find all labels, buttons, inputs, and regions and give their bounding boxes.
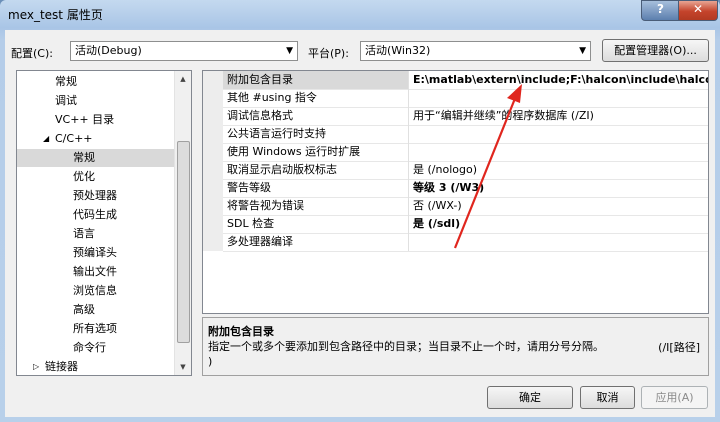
tree-item-label: 优化 bbox=[73, 170, 95, 183]
property-value[interactable]: 是 (/nologo) bbox=[410, 161, 708, 179]
tree-item-label: VC++ 目录 bbox=[55, 113, 115, 126]
tree-item[interactable]: 高级 bbox=[17, 301, 175, 319]
tree-item-label: 输出文件 bbox=[73, 265, 117, 278]
tree-item[interactable]: 输出文件 bbox=[17, 263, 175, 281]
property-name: 使用 Windows 运行时扩展 bbox=[223, 143, 409, 161]
window-title: mex_test 属性页 bbox=[8, 8, 103, 22]
property-value[interactable]: 用于“编辑并继续”的程序数据库 (/ZI) bbox=[410, 107, 708, 125]
property-name: 附加包含目录 bbox=[223, 71, 409, 89]
property-name: SDL 检查 bbox=[223, 215, 409, 233]
tree-item-label: 常规 bbox=[73, 151, 95, 164]
tree-item-label: 预处理器 bbox=[73, 189, 117, 202]
scroll-thumb[interactable] bbox=[177, 141, 190, 343]
property-row[interactable]: 警告等级 等级 3 (/W3) bbox=[223, 179, 708, 198]
tree-item-label: 浏览信息 bbox=[73, 284, 117, 297]
scroll-down-icon[interactable]: ▼ bbox=[175, 359, 191, 375]
tree-item[interactable]: 优化 bbox=[17, 168, 175, 186]
scroll-up-icon[interactable]: ▲ bbox=[175, 71, 191, 87]
tree-item[interactable]: 所有选项 bbox=[17, 320, 175, 338]
property-value[interactable]: 等级 3 (/W3) bbox=[410, 179, 708, 197]
property-name: 将警告视为错误 bbox=[223, 197, 409, 215]
tree-item[interactable]: ▷ 链接器 bbox=[17, 358, 175, 375]
tree-item[interactable]: 调试 bbox=[17, 92, 175, 110]
description-panel: 附加包含目录 指定一个或多个要添加到包含路径中的目录；当目录不止一个时，请用分号… bbox=[202, 317, 709, 376]
dialog-body: 配置(C): 活动(Debug) ▼ 平台(P): 活动(Win32) ▼ 配置… bbox=[5, 30, 715, 417]
apply-button[interactable]: 应用(A) bbox=[641, 386, 708, 409]
tree-scrollbar[interactable]: ▲ ▼ bbox=[174, 71, 191, 375]
property-row[interactable]: SDL 检查是 (/sdl) bbox=[223, 215, 708, 234]
property-name: 其他 #using 指令 bbox=[223, 89, 409, 107]
tree-item[interactable]: 命令行 bbox=[17, 339, 175, 357]
chevron-down-icon: ▼ bbox=[286, 46, 293, 56]
description-text: 指定一个或多个要添加到包含路径中的目录；当目录不止一个时，请用分号分隔。) bbox=[208, 339, 698, 369]
close-button[interactable]: ✕ bbox=[678, 0, 718, 21]
properties-dialog: mex_test 属性页 ? ✕ 配置(C): 活动(Debug) ▼ 平台(P… bbox=[0, 0, 720, 422]
config-select[interactable]: 活动(Debug) ▼ bbox=[70, 41, 298, 61]
property-value[interactable]: 是 (/sdl) bbox=[410, 215, 708, 233]
property-row[interactable]: 公共语言运行时支持 bbox=[223, 125, 708, 144]
property-row[interactable]: 多处理器编译 bbox=[223, 233, 708, 252]
tree-item-label: 常规 bbox=[55, 75, 77, 88]
config-value: 活动(Debug) bbox=[75, 44, 142, 57]
property-value[interactable] bbox=[410, 143, 708, 161]
description-tail: ) bbox=[208, 355, 213, 368]
tree-item[interactable]: 语言 bbox=[17, 225, 175, 243]
property-row[interactable]: 使用 Windows 运行时扩展 bbox=[223, 143, 708, 162]
tree-item-label: 调试 bbox=[55, 94, 77, 107]
chevron-down-icon: ▼ bbox=[579, 46, 586, 56]
property-value[interactable] bbox=[410, 233, 708, 251]
tree-item[interactable]: 常规 bbox=[17, 73, 175, 91]
config-label: 配置(C): bbox=[11, 47, 53, 60]
cancel-button[interactable]: 取消 bbox=[580, 386, 635, 409]
tree-item[interactable]: ◢ C/C++ bbox=[17, 130, 175, 148]
platform-value: 活动(Win32) bbox=[365, 44, 431, 57]
tree-item[interactable]: 浏览信息 bbox=[17, 282, 175, 300]
property-value[interactable]: E:\matlab\extern\include;F:\halcon\inclu… bbox=[410, 71, 708, 89]
property-row[interactable]: 调试信息格式 用于“编辑并继续”的程序数据库 (/ZI) bbox=[223, 107, 708, 126]
property-name: 取消显示启动版权标志 bbox=[223, 161, 409, 179]
property-row[interactable]: 取消显示启动版权标志是 (/nologo) bbox=[223, 161, 708, 180]
tree-item-label: 预编译头 bbox=[73, 246, 117, 259]
grid-gutter bbox=[203, 71, 223, 251]
platform-label: 平台(P): bbox=[308, 47, 349, 60]
property-value[interactable]: 否 (/WX-) bbox=[410, 197, 708, 215]
platform-select[interactable]: 活动(Win32) ▼ bbox=[360, 41, 591, 61]
tree-item[interactable]: 预编译头 bbox=[17, 244, 175, 262]
expand-toggle-icon[interactable]: ▷ bbox=[33, 358, 39, 375]
tree-item-label: 高级 bbox=[73, 303, 95, 316]
tree-item[interactable]: VC++ 目录 bbox=[17, 111, 175, 129]
property-grid: 附加包含目录 E:\matlab\extern\include;F:\halcon… bbox=[202, 70, 709, 314]
tree-item-label: 所有选项 bbox=[73, 322, 117, 335]
tree-item-label: 语言 bbox=[73, 227, 95, 240]
property-name: 调试信息格式 bbox=[223, 107, 409, 125]
help-button[interactable]: ? bbox=[641, 0, 680, 21]
property-row[interactable]: 附加包含目录 E:\matlab\extern\include;F:\halcon… bbox=[223, 71, 708, 90]
tree-item-label: 命令行 bbox=[73, 341, 106, 354]
property-name: 多处理器编译 bbox=[223, 233, 409, 251]
property-value[interactable] bbox=[410, 89, 708, 107]
tree-item-label: 代码生成 bbox=[73, 208, 117, 221]
property-name: 公共语言运行时支持 bbox=[223, 125, 409, 143]
tree-item-label: 链接器 bbox=[45, 360, 78, 373]
ok-button[interactable]: 确定 bbox=[487, 386, 573, 409]
property-value[interactable] bbox=[410, 125, 708, 143]
property-row[interactable]: 将警告视为错误否 (/WX-) bbox=[223, 197, 708, 216]
settings-tree: 常规 调试 VC++ 目录 ◢ C/C++ 常规 优化 预处理器 代码生成 语言 预编译头 输出文件浏… bbox=[16, 70, 192, 376]
title-bar: mex_test 属性页 ? ✕ bbox=[0, 0, 720, 30]
description-title: 附加包含目录 bbox=[208, 325, 274, 338]
description-flag: (/I[路径] bbox=[658, 341, 700, 354]
tree-item-label: C/C++ bbox=[55, 132, 93, 145]
tree-item[interactable]: 预处理器 bbox=[17, 187, 175, 205]
tree-item[interactable]: 代码生成 bbox=[17, 206, 175, 224]
property-row[interactable]: 其他 #using 指令 bbox=[223, 89, 708, 108]
description-text-main: 指定一个或多个要添加到包含路径中的目录；当目录不止一个时，请用分号分隔。 bbox=[208, 340, 604, 353]
config-manager-button[interactable]: 配置管理器(O)... bbox=[602, 39, 709, 62]
tree-item[interactable]: 常规 bbox=[17, 149, 175, 167]
expand-toggle-icon[interactable]: ◢ bbox=[43, 130, 49, 148]
property-name: 警告等级 bbox=[223, 179, 409, 197]
